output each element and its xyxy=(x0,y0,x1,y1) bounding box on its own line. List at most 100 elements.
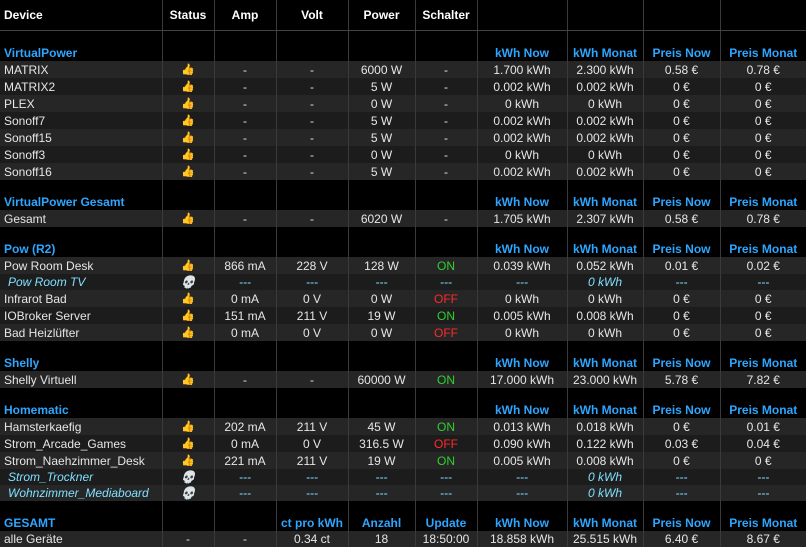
spacer-cell xyxy=(720,31,806,46)
schalter-toggle[interactable]: ON xyxy=(415,257,478,274)
kwh-monat-cell: 0.008 kWh xyxy=(567,452,644,469)
section-spacer xyxy=(214,241,277,257)
volt-cell: --- xyxy=(276,469,349,485)
summary-header: GESAMT ct pro kWh Anzahl Update kWh Now kWh M… xyxy=(0,515,806,531)
kwh-monat-cell: 0.018 kWh xyxy=(567,418,644,435)
amp-cell: - xyxy=(214,129,277,146)
device-cell: IOBroker Server xyxy=(0,307,163,324)
amp-cell: - xyxy=(214,146,277,163)
preis-now-cell: 0.58 € xyxy=(643,61,721,78)
spacer-cell xyxy=(276,227,349,241)
header-device: Device xyxy=(0,0,163,31)
section-header: Pow (R2) kWh Now kWh Monat Preis Now Preis M… xyxy=(0,241,806,257)
kwh-now-cell: 0.005 kWh xyxy=(477,452,568,469)
volt-cell: - xyxy=(276,61,349,78)
volt-cell: 0 V xyxy=(276,290,349,307)
spacer-cell xyxy=(276,388,349,402)
spacer-cell xyxy=(477,180,568,194)
status-cell: 👍 xyxy=(162,112,215,129)
header-kwh-monat xyxy=(567,0,644,31)
status-cell: 👍 xyxy=(162,452,215,469)
device-cell: Sonoff7 xyxy=(0,112,163,129)
section-label-preis-monat: Preis Monat xyxy=(720,45,806,61)
amp-cell: - xyxy=(214,371,277,388)
spacer-row xyxy=(0,30,806,46)
preis-monat-cell: 0 € xyxy=(720,290,806,307)
section-label-kwh-now: kWh Now xyxy=(477,402,568,418)
table-row: MATRIX2 👍 - -5 W -0.002 kWh 0.002 kWh 0 €0 € xyxy=(0,78,806,95)
status-cell: 👍 xyxy=(162,307,215,324)
section-label-preis-monat: Preis Monat xyxy=(720,355,806,371)
schalter-toggle[interactable]: OFF xyxy=(415,435,478,452)
section-title: Pow (R2) xyxy=(0,241,163,257)
preis-monat-cell: 0.04 € xyxy=(720,435,806,452)
volt-cell: - xyxy=(276,112,349,129)
schalter-toggle: - xyxy=(415,129,478,146)
schalter-toggle[interactable]: ON xyxy=(415,371,478,388)
spacer-cell xyxy=(214,501,277,515)
preis-now-cell: 0 € xyxy=(643,129,721,146)
schalter-toggle[interactable]: OFF xyxy=(415,324,478,341)
preis-now-cell: 0.03 € xyxy=(643,435,721,452)
summary-status: - xyxy=(162,531,215,547)
amp-cell: - xyxy=(214,163,277,180)
schalter-toggle[interactable]: ON xyxy=(415,307,478,324)
amp-cell: - xyxy=(214,112,277,129)
status-cell: 💀 xyxy=(162,274,215,290)
spacer-cell xyxy=(162,30,215,45)
kwh-monat-cell: 0 kWh xyxy=(567,146,644,163)
header-amp: Amp xyxy=(214,0,277,31)
section-header: Shelly kWh Now kWh Monat Preis Now Preis Mon… xyxy=(0,355,806,371)
preis-now-cell: 0 € xyxy=(643,324,721,341)
kwh-monat-cell: 0.002 kWh xyxy=(567,78,644,95)
power-cell: 5 W xyxy=(348,163,416,180)
volt-cell: - xyxy=(276,78,349,95)
device-cell: Hamsterkaefig xyxy=(0,418,163,435)
schalter-toggle: - xyxy=(415,163,478,180)
spacer-cell xyxy=(0,388,163,402)
amp-cell: 221 mA xyxy=(214,452,277,469)
preis-now-cell: 0 € xyxy=(643,78,721,95)
thumbs-up-icon: 👍 xyxy=(181,293,195,305)
spacer-cell xyxy=(720,341,806,355)
spacer-cell xyxy=(567,227,644,241)
table-row: Gesamt 👍 - -6020 W -1.705 kWh 2.307 kWh 0.58 €… xyxy=(0,210,806,227)
section-spacer xyxy=(162,194,215,210)
device-cell: PLEX xyxy=(0,95,163,112)
status-cell: 💀 xyxy=(162,469,215,485)
spacer-cell xyxy=(162,227,215,241)
section-label-kwh-monat: kWh Monat xyxy=(567,241,644,257)
summary-volt: 0.34 ct xyxy=(276,531,349,547)
kwh-now-cell: --- xyxy=(477,485,568,501)
preis-monat-cell: 7.82 € xyxy=(720,371,806,388)
spacer-row xyxy=(0,501,806,515)
preis-monat-cell: 0 € xyxy=(720,95,806,112)
power-cell: 5 W xyxy=(348,112,416,129)
schalter-toggle[interactable]: ON xyxy=(415,418,478,435)
schalter-toggle: - xyxy=(415,112,478,129)
preis-now-cell: 0 € xyxy=(643,307,721,324)
device-cell: Strom_Trockner xyxy=(0,469,163,485)
device-cell: Sonoff15 xyxy=(0,129,163,146)
schalter-toggle[interactable]: ON xyxy=(415,452,478,469)
kwh-now-cell: 1.700 kWh xyxy=(477,61,568,78)
volt-cell: 0 V xyxy=(276,435,349,452)
device-cell: Strom_Arcade_Games xyxy=(0,435,163,452)
power-cell: 60000 W xyxy=(348,371,416,388)
table-row: Strom_Naehzimmer_Desk 👍 221 mA 211 V 19 W ON 0… xyxy=(0,452,806,469)
table-row: Sonoff7 👍 - -5 W -0.002 kWh 0.002 kWh 0 €0 € xyxy=(0,112,806,129)
section-label-kwh-now: kWh Now xyxy=(477,241,568,257)
status-cell: 👍 xyxy=(162,210,215,227)
device-cell: Gesamt xyxy=(0,210,163,227)
thumbs-up-icon: 👍 xyxy=(181,98,195,110)
section-spacer xyxy=(415,355,478,371)
table-row: Shelly Virtuell 👍 - -60000 W ON 17.000 kWh 23.… xyxy=(0,371,806,388)
spacer-cell xyxy=(477,30,568,45)
device-cell: Shelly Virtuell xyxy=(0,371,163,388)
status-cell: 👍 xyxy=(162,129,215,146)
spacer-cell xyxy=(415,227,478,241)
thumbs-up-icon: 👍 xyxy=(181,213,195,225)
schalter-toggle[interactable]: OFF xyxy=(415,290,478,307)
status-cell: 👍 xyxy=(162,290,215,307)
status-cell: 👍 xyxy=(162,371,215,388)
